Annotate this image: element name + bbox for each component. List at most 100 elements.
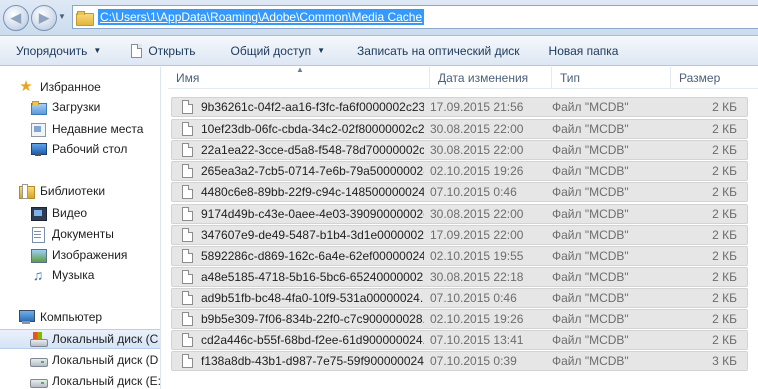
column-size[interactable]: Размер — [671, 67, 758, 89]
recent-pages-dropdown-icon[interactable]: ▼ — [58, 12, 66, 21]
file-row[interactable]: a48e5185-4718-5b16-5bc6-65240000002... 3… — [171, 267, 748, 287]
column-type-label: Тип — [560, 71, 581, 85]
nav-computer[interactable]: Компьютер — [0, 307, 160, 327]
file-type: Файл "MCDB" — [552, 207, 629, 221]
column-size-label: Размер — [679, 71, 721, 85]
nav-downloads[interactable]: Загрузки — [0, 97, 160, 117]
file-date: 07.10.2015 0:39 — [430, 354, 517, 368]
file-date: 17.09.2015 21:56 — [430, 100, 524, 114]
open-button[interactable]: Открыть — [131, 36, 195, 66]
nav-libraries-label: Библиотеки — [40, 184, 106, 198]
file-type: Файл "MCDB" — [552, 143, 629, 157]
file-row[interactable]: 10ef23db-06fc-cbda-34c2-02f80000002c2...… — [171, 119, 748, 139]
file-icon — [182, 228, 193, 242]
chevron-down-icon: ▼ — [93, 46, 102, 55]
share-button[interactable]: Общий доступ ▼ — [230, 36, 325, 66]
nav-libraries[interactable]: Библиотеки — [0, 181, 160, 201]
file-size: 2 КБ — [712, 333, 737, 347]
file-date: 07.10.2015 0:46 — [430, 185, 517, 199]
arrow-left-icon: ◀ — [11, 10, 21, 25]
file-date: 02.10.2015 19:26 — [430, 312, 524, 326]
organize-label: Упорядочить — [16, 43, 88, 58]
address-path-text[interactable]: C:\Users\1\AppData\Roaming\Adobe\Common\… — [98, 9, 425, 25]
nav-disk-c[interactable]: Локальный диск (C — [0, 329, 160, 349]
file-row[interactable]: b9b5e309-7f06-834b-22f0-c7c900000028... … — [171, 309, 748, 329]
file-row[interactable]: cd2a446c-b55f-68bd-f2ee-61d900000024... … — [171, 330, 748, 350]
file-row[interactable]: 5892286c-d869-162c-6a4e-62ef00000024... … — [171, 246, 748, 266]
column-date[interactable]: Дата изменения — [430, 67, 552, 89]
file-type: Файл "MCDB" — [552, 291, 629, 305]
file-row[interactable]: 9b36261c-04f2-aa16-f3fc-fa6f0000002c23..… — [171, 97, 748, 117]
file-row[interactable]: 9174d49b-c43e-0aee-4e03-39090000002c... … — [171, 204, 748, 224]
nav-favorites[interactable]: ★ Избранное — [0, 77, 160, 97]
nav-music[interactable]: ♫ Музыка — [0, 265, 160, 285]
file-name: 9174d49b-c43e-0aee-4e03-39090000002c... — [201, 207, 424, 221]
nav-computer-label: Компьютер — [40, 310, 103, 324]
file-size: 2 КБ — [712, 249, 737, 263]
burn-button[interactable]: Записать на оптический диск — [357, 36, 520, 66]
file-date: 17.09.2015 22:00 — [430, 228, 524, 242]
file-icon — [182, 270, 193, 284]
nav-music-label: Музыка — [52, 268, 95, 282]
file-date: 30.08.2015 22:00 — [430, 207, 524, 221]
nav-documents[interactable]: Документы — [0, 224, 160, 244]
file-icon — [182, 207, 193, 221]
file-row[interactable]: 22a1ea22-3cce-d5a8-f548-78d70000002c... … — [171, 140, 748, 160]
column-type[interactable]: Тип — [552, 67, 671, 89]
file-name: 9b36261c-04f2-aa16-f3fc-fa6f0000002c23..… — [201, 100, 424, 114]
organize-button[interactable]: Упорядочить ▼ — [16, 36, 101, 66]
file-date: 02.10.2015 19:26 — [430, 164, 524, 178]
nav-desktop-label: Рабочий стол — [52, 142, 128, 156]
command-bar: Упорядочить ▼ Открыть Общий доступ ▼ Зап… — [0, 36, 758, 66]
burn-label: Записать на оптический диск — [357, 43, 520, 58]
folder-icon — [76, 10, 94, 26]
desktop-icon — [30, 141, 47, 157]
file-icon — [182, 333, 193, 347]
nav-video[interactable]: Видео — [0, 203, 160, 223]
drive-icon — [30, 352, 48, 368]
file-name: cd2a446c-b55f-68bd-f2ee-61d900000024... — [201, 333, 424, 347]
libraries-icon — [18, 183, 35, 199]
forward-button[interactable]: ▶ — [31, 5, 57, 31]
file-name: f138a8db-43b1-d987-7e75-59f900000024... — [201, 354, 424, 368]
file-size: 2 КБ — [712, 228, 737, 242]
file-row[interactable]: ad9b51fb-bc48-4fa0-10f9-531a00000024... … — [171, 288, 748, 308]
file-name: b9b5e309-7f06-834b-22f0-c7c900000028... — [201, 312, 424, 326]
scrollbar[interactable] — [754, 89, 758, 389]
pictures-icon — [30, 247, 47, 263]
new-folder-button[interactable]: Новая папка — [549, 36, 619, 66]
nav-disk-e[interactable]: Локальный диск (E: — [0, 371, 160, 389]
back-button[interactable]: ◀ — [3, 5, 29, 31]
nav-desktop[interactable]: Рабочий стол — [0, 139, 160, 159]
file-row[interactable]: 265ea3a2-7cb5-0714-7e6b-79a500000028... … — [171, 161, 748, 181]
column-name[interactable]: ▲ Имя — [168, 65, 430, 89]
nav-disk-d[interactable]: Локальный диск (D — [0, 350, 160, 370]
nav-recent[interactable]: Недавние места — [0, 119, 160, 139]
address-input[interactable]: C:\Users\1\AppData\Roaming\Adobe\Common\… — [72, 5, 758, 29]
documents-icon — [30, 226, 46, 243]
nav-video-label: Видео — [52, 206, 88, 220]
file-size: 2 КБ — [712, 100, 737, 114]
file-size: 2 КБ — [712, 207, 737, 221]
file-date: 30.08.2015 22:00 — [430, 143, 524, 157]
file-name: 4480c6e8-89bb-22f9-c94c-148500000024... — [201, 185, 424, 199]
file-type: Файл "MCDB" — [552, 122, 629, 136]
file-type: Файл "MCDB" — [552, 228, 629, 242]
file-size: 2 КБ — [712, 291, 737, 305]
file-icon — [182, 122, 193, 136]
nav-images[interactable]: Изображения — [0, 245, 160, 265]
file-size: 2 КБ — [712, 143, 737, 157]
file-row[interactable]: f138a8db-43b1-d987-7e75-59f900000024... … — [171, 351, 748, 371]
navigation-pane: ★ Избранное Загрузки Недавние места Рабо… — [0, 67, 160, 389]
nav-disk-c-label: Локальный диск (C — [52, 332, 159, 346]
file-row[interactable]: 347607e9-de49-5487-b1b4-3d1e0000002c... … — [171, 225, 748, 245]
pane-splitter[interactable] — [160, 67, 168, 389]
file-type: Файл "MCDB" — [552, 185, 629, 199]
music-icon: ♫ — [32, 267, 44, 283]
column-header: ▲ Имя Дата изменения Тип Размер — [168, 65, 758, 89]
column-name-label: Имя — [176, 71, 200, 85]
file-row[interactable]: 4480c6e8-89bb-22f9-c94c-148500000024... … — [171, 182, 748, 202]
file-size: 3 КБ — [712, 354, 737, 368]
file-icon — [182, 312, 193, 326]
document-icon — [131, 43, 143, 58]
